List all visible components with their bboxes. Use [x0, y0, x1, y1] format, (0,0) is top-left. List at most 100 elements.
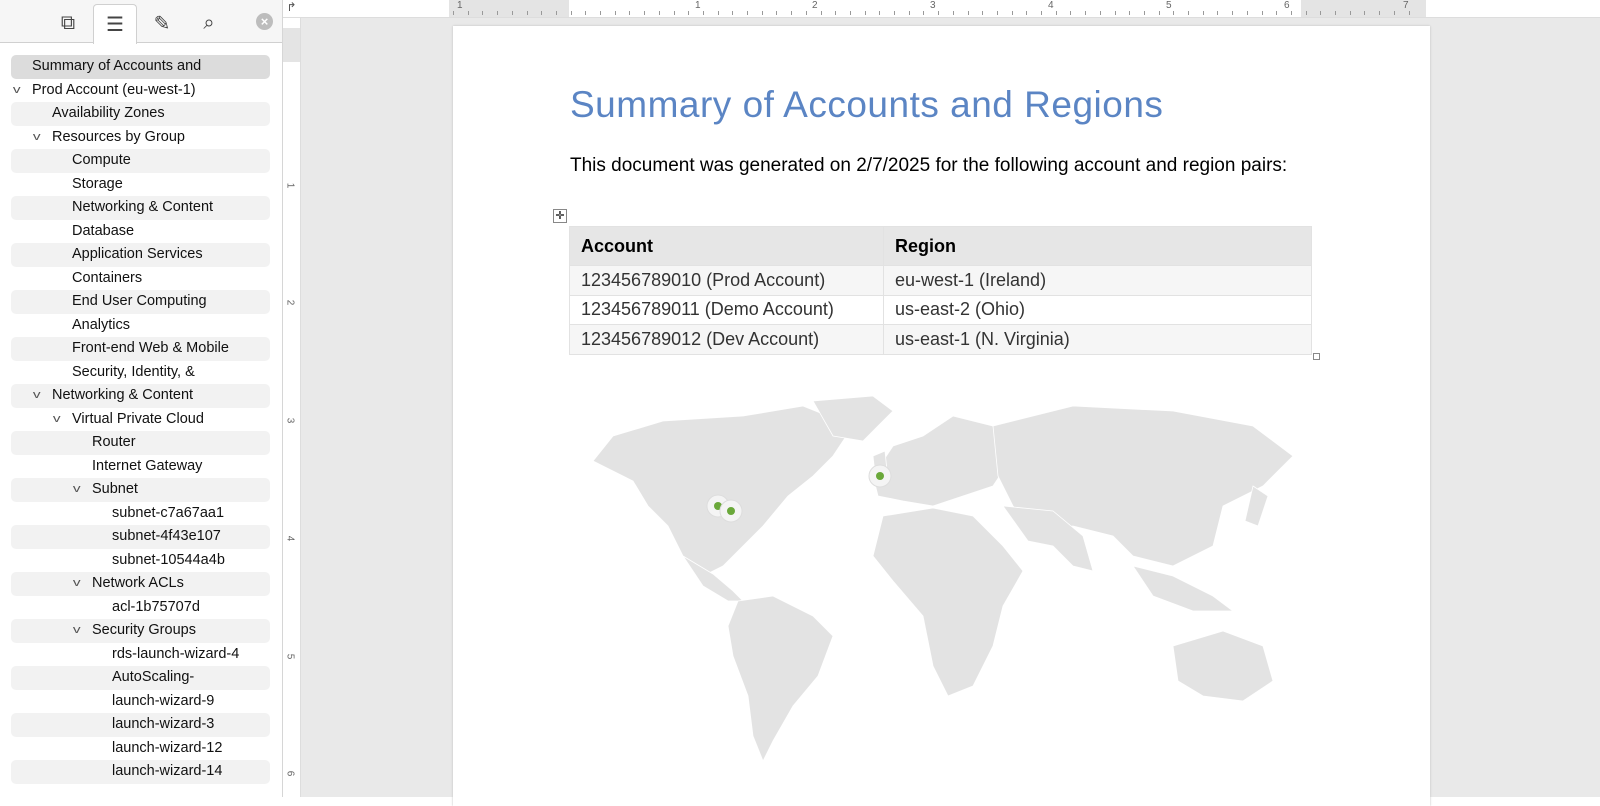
outline-item[interactable]: Database [11, 220, 270, 244]
outline-item[interactable]: v Virtual Private Cloud [11, 408, 270, 432]
outline-item[interactable]: subnet-10544a4b [11, 549, 270, 573]
outline-item[interactable]: launch-wizard-12 [11, 737, 270, 761]
close-icon[interactable]: × [256, 13, 273, 30]
outline-item[interactable]: subnet-c7a67aa1 [11, 502, 270, 526]
document-title: Summary of Accounts and Regions [570, 84, 1164, 125]
outline-item[interactable]: v Prod Account (eu-west-1) [11, 79, 270, 103]
table-row: 123456789010 (Prod Account) eu-west-1 (Ir… [569, 265, 1312, 295]
outline-item[interactable]: Front-end Web & Mobile [11, 337, 270, 361]
outline-item[interactable]: launch-wizard-3 [11, 713, 270, 737]
chevron-down-icon[interactable]: v [33, 126, 41, 150]
outline-item-label: Prod Account (eu-west-1) [32, 81, 196, 98]
region-cell[interactable]: eu-west-1 (Ireland) [883, 265, 1312, 295]
chevron-down-icon[interactable]: v [73, 572, 81, 596]
region-marker-us-east-1[interactable] [719, 499, 743, 523]
south-america [727, 595, 834, 762]
accounts-table: Account Region 123456789010 (Prod Accoun… [569, 226, 1312, 355]
outline-item[interactable]: Containers [11, 267, 270, 291]
outline-item-label: Virtual Private Cloud [72, 410, 204, 427]
ruler-label: 6 [1284, 0, 1290, 11]
outline-item[interactable]: acl-1b75707d [11, 596, 270, 620]
ruler-label: 3 [284, 417, 296, 424]
outline-item-label: Networking & Content [72, 199, 214, 215]
sidebar: ⧉ ☰ ✎ ⌕ × Summary of Accounts and v Prod A… [0, 0, 283, 797]
outline-item[interactable]: rds-launch-wizard-4 [11, 643, 270, 667]
outline-item[interactable]: Application Services [11, 243, 270, 267]
chevron-down-icon[interactable]: v [13, 79, 21, 103]
chevron-down-icon[interactable]: v [73, 478, 81, 502]
outline-item[interactable]: Networking & Content [11, 196, 270, 220]
outline-item-label: Router [92, 434, 136, 450]
outline-item[interactable]: Compute [11, 149, 270, 173]
outline-item-label: subnet-c7a67aa1 [112, 504, 225, 521]
outline-item[interactable]: Internet Gateway [11, 455, 270, 479]
outline-item-label: launch-wizard-9 [112, 692, 215, 709]
outline-item[interactable]: Router [11, 431, 270, 455]
outline-item-label: Storage [72, 175, 123, 192]
chevron-down-icon[interactable]: v [53, 408, 61, 432]
outline-item[interactable]: Availability Zones [11, 102, 270, 126]
outline-item-label: Security, Identity, & [72, 363, 195, 380]
outline-item-label: Analytics [72, 316, 131, 333]
ruler-label: 1 [695, 0, 701, 11]
outline-item[interactable]: End User Computing [11, 290, 270, 314]
account-cell[interactable]: 123456789012 (Dev Account) [569, 324, 884, 354]
document-page: Summary of Accounts and Regions This doc… [453, 26, 1430, 806]
table-resize-handle[interactable] [1313, 353, 1320, 360]
outline-item-label: Containers [72, 269, 143, 286]
outline-item-label: launch-wizard-3 [112, 716, 215, 732]
chevron-down-icon[interactable]: v [33, 384, 41, 408]
ruler-label: 5 [1166, 0, 1172, 11]
ruler-label: 2 [284, 299, 296, 306]
southeast-asia [1132, 565, 1235, 612]
outline-item-label: Networking & Content [52, 387, 194, 403]
table-move-handle-icon[interactable]: ✛ [553, 209, 567, 223]
header-account: Account [569, 226, 884, 266]
outline-item[interactable]: AutoScaling- [11, 666, 270, 690]
tab-stop-icon[interactable]: ↱ [283, 0, 300, 18]
ruler-label: 5 [284, 653, 296, 660]
edit-document-icon[interactable]: ✎ [140, 4, 184, 43]
region-cell[interactable]: us-east-1 (N. Virginia) [883, 324, 1312, 354]
chevron-down-icon[interactable]: v [73, 619, 81, 643]
sidebar-tabs: ⧉ ☰ ✎ ⌕ × [0, 0, 282, 44]
outline-item[interactable]: launch-wizard-9 [11, 690, 270, 714]
document-canvas: Summary of Accounts and Regions This doc… [301, 18, 1600, 806]
outline-item[interactable]: v Resources by Group [11, 126, 270, 150]
ruler-label: 2 [812, 0, 818, 11]
outline-item[interactable]: Analytics [11, 314, 270, 338]
europe [872, 415, 1014, 507]
outline-item[interactable]: launch-wizard-14 [11, 760, 270, 784]
search-icon[interactable]: ⌕ [187, 4, 231, 43]
outline-item-label: Security Groups [92, 622, 196, 638]
outline-item[interactable]: v Subnet [11, 478, 270, 502]
outline-item[interactable]: v Network ACLs [11, 572, 270, 596]
outline-item[interactable]: Summary of Accounts and [11, 55, 270, 79]
outline-item-label: launch-wizard-12 [112, 739, 223, 756]
outline-item-label: launch-wizard-14 [112, 763, 223, 779]
outline-item[interactable]: v Networking & Content [11, 384, 270, 408]
outline-item[interactable]: Storage [11, 173, 270, 197]
outline-item-label: Network ACLs [92, 575, 184, 591]
outline-item-label: Resources by Group [52, 128, 185, 145]
horizontal-ruler[interactable]: ↱ 1 1 2 3 4 5 6 7 [283, 0, 1600, 18]
outline-item-label: Subnet [92, 481, 138, 497]
region-marker-eu-west-1[interactable] [868, 464, 892, 488]
pages-icon[interactable]: ⧉ [46, 4, 90, 43]
outline-icon[interactable]: ☰ [93, 4, 137, 44]
outline-item[interactable]: subnet-4f43e107 [11, 525, 270, 549]
outline-item-label: subnet-10544a4b [112, 551, 225, 568]
vertical-ruler[interactable]: 1 2 3 4 5 6 [283, 18, 301, 797]
account-cell[interactable]: 123456789010 (Prod Account) [569, 265, 884, 295]
account-cell[interactable]: 123456789011 (Demo Account) [569, 294, 884, 325]
outline-item[interactable]: v Security Groups [11, 619, 270, 643]
outline-item-label: Application Services [72, 246, 203, 262]
outline-item-label: Database [72, 222, 135, 239]
outline-item[interactable]: Security, Identity, & [11, 361, 270, 385]
outline-item-label: Internet Gateway [92, 457, 203, 474]
ruler-label: 1 [457, 0, 463, 11]
ruler-label: 6 [284, 770, 296, 777]
africa [872, 507, 1024, 697]
region-cell[interactable]: us-east-2 (Ohio) [883, 294, 1312, 325]
table-row: 123456789011 (Demo Account) us-east-2 (Oh… [569, 294, 1312, 325]
